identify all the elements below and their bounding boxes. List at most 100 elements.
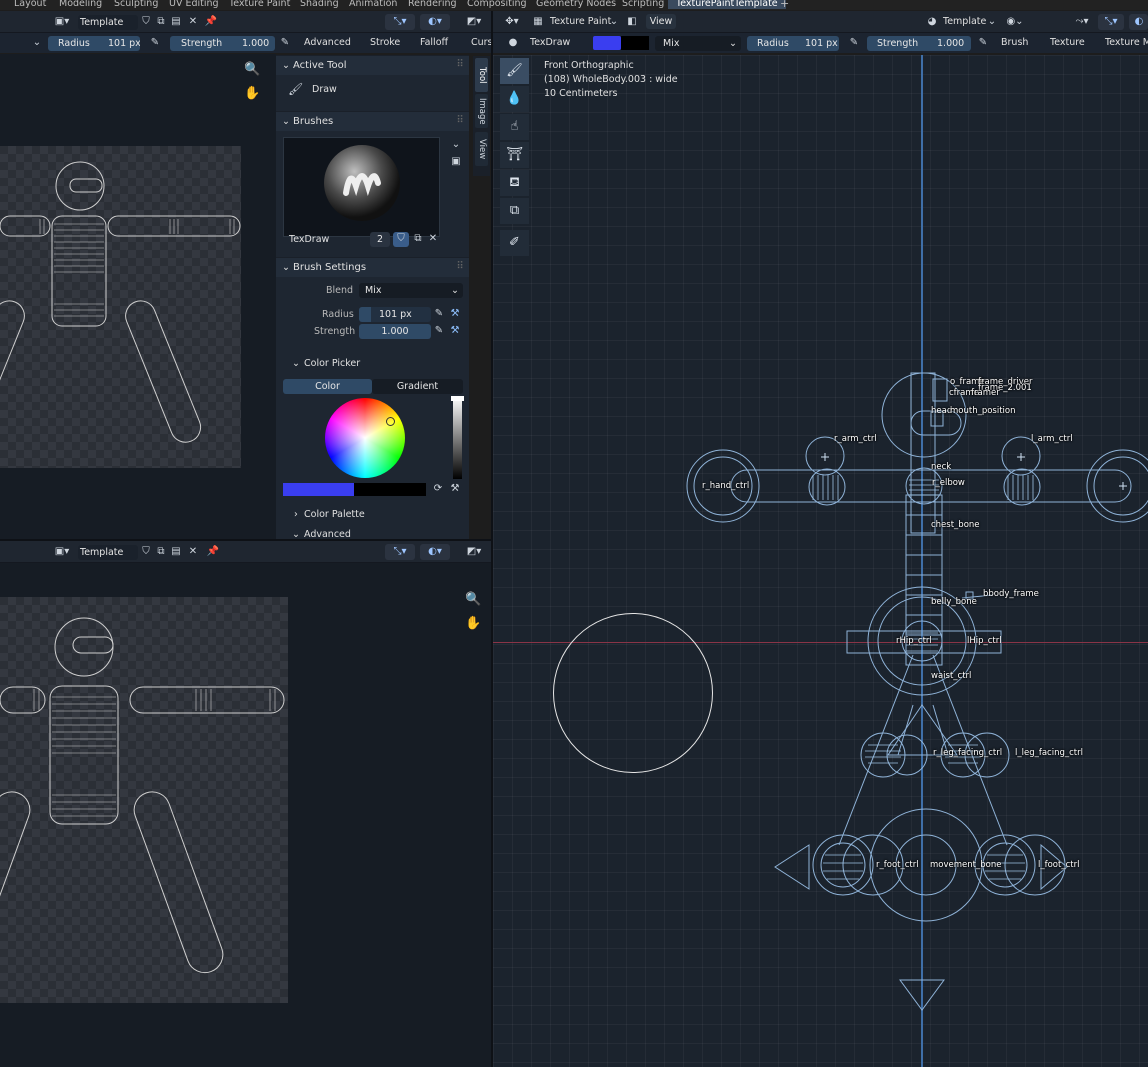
zoom-icon[interactable]: 🔍	[244, 63, 260, 77]
image-browse-icon[interactable]: ▣	[449, 155, 463, 169]
overlay-icon: ◐▾	[428, 546, 442, 557]
open-folder-icon[interactable]: ▤	[170, 15, 182, 29]
add-workspace-button[interactable]: +	[780, 0, 789, 10]
color-swatch[interactable]	[593, 36, 621, 50]
blend-dropdown[interactable]: Mix ⌄	[655, 36, 741, 51]
open-folder-icon[interactable]: ▤	[170, 545, 182, 559]
chevron-down-icon[interactable]: ⌄	[32, 36, 42, 50]
cursor-menu[interactable]: Curs	[471, 37, 493, 48]
color-picker-title[interactable]: Color Picker	[304, 358, 360, 369]
close-image-icon[interactable]: ✕	[187, 15, 199, 29]
tab-uv-editing[interactable]: UV Editing	[169, 0, 219, 9]
gradient-tab[interactable]: Gradient	[372, 379, 463, 394]
view-menu[interactable]: View	[646, 14, 676, 29]
duplicate-image-icon[interactable]: ⧉	[155, 15, 167, 29]
texture-menu[interactable]: Texture	[1050, 37, 1085, 48]
brush-user-count[interactable]: 2	[370, 232, 390, 247]
texture-mask-menu[interactable]: Texture M	[1105, 37, 1148, 48]
strength-field[interactable]: Strength 1.000	[170, 36, 275, 51]
color-swatch[interactable]	[283, 483, 426, 496]
value-slider[interactable]	[453, 397, 462, 479]
color-tab[interactable]: Color	[283, 379, 372, 394]
radius-pressure-icon[interactable]: ✎	[433, 307, 445, 321]
tab-sculpting[interactable]: Sculpting	[114, 0, 158, 9]
tab-scripting[interactable]: Scripting	[622, 0, 664, 9]
bone-label-l-arm-ctrl: l_arm_ctrl	[1031, 434, 1073, 444]
pin-icon[interactable]: 📌	[204, 15, 218, 29]
mode-dropdown[interactable]: Texture Paint	[550, 16, 611, 27]
tab-shading[interactable]: Shading	[300, 0, 339, 9]
value-slider-handle[interactable]	[451, 396, 464, 401]
image-name-field[interactable]: Template	[78, 545, 138, 560]
chevron-down-icon: ⌄	[987, 16, 997, 27]
fake-user-shield-icon[interactable]: ⛉	[140, 545, 152, 559]
close-image-icon[interactable]: ✕	[187, 545, 199, 559]
tab-modeling[interactable]: Modeling	[59, 0, 102, 9]
pan-hand-icon[interactable]: ✋	[244, 87, 260, 101]
swap-colors-icon[interactable]: ⟳	[431, 482, 445, 496]
pressure-icon[interactable]: ✎	[149, 36, 161, 50]
fake-user-shield-icon[interactable]: ⛉	[140, 15, 152, 29]
active-tool-header[interactable]: ⌄ Active Tool	[276, 55, 469, 75]
duplicate-image-icon[interactable]: ⧉	[155, 545, 167, 559]
strength-unit-icon[interactable]: ⚒	[448, 324, 462, 338]
strength-pressure-icon[interactable]: ✎	[433, 324, 445, 338]
tab-layout[interactable]: Layout	[14, 0, 46, 9]
advanced-menu[interactable]: Advanced	[304, 37, 351, 48]
brush-settings-header[interactable]: ⌄ Brush Settings	[276, 257, 469, 277]
brushes-header[interactable]: ⌄ Brushes	[276, 111, 469, 131]
tab-view[interactable]: View	[475, 132, 488, 166]
tab-image[interactable]: Image	[475, 94, 488, 128]
tab-texture-paint[interactable]: Texture Paint	[229, 0, 290, 9]
editor-type-icon[interactable]: ▣▾	[52, 15, 72, 29]
brush-menu[interactable]: Brush	[1001, 37, 1028, 48]
brush-name[interactable]: TexDraw	[530, 37, 570, 48]
radius-field[interactable]: Radius 101 px	[48, 36, 140, 51]
duplicate-icon[interactable]: ⧉	[411, 232, 425, 246]
view-layer-dropdown[interactable]: Template	[943, 16, 986, 27]
chevron-down-icon[interactable]: ⌄	[449, 138, 463, 152]
tab-geometry-nodes[interactable]: Geometry Nodes	[536, 0, 616, 9]
render-layer-icon[interactable]: ◉⌄	[1003, 15, 1027, 29]
radius-field[interactable]: 101 px	[359, 307, 431, 322]
image-name-field[interactable]: Template	[78, 15, 138, 30]
editor-type-icon[interactable]: ▣▾	[52, 545, 72, 559]
unlink-close-icon[interactable]: ✕	[427, 232, 439, 246]
unified-color-icon[interactable]: ⚒	[448, 482, 462, 496]
radius-field[interactable]: Radius 101 px	[747, 36, 839, 51]
brush-name[interactable]: TexDraw	[289, 234, 329, 245]
image-editor-top-canvas[interactable]: 🔍 ✋	[0, 54, 276, 539]
tab-animation[interactable]: Animation	[349, 0, 397, 9]
panel-drag-handle[interactable]: ⠿	[455, 114, 465, 128]
color-wheel-cursor[interactable]	[386, 417, 395, 426]
secondary-color-swatch[interactable]	[621, 36, 649, 50]
tab-texturepainttemplate[interactable]: TexturePaintTemplate	[668, 0, 786, 9]
pin-icon[interactable]: 📌	[206, 545, 220, 559]
paint-mask-icon[interactable]: ◧	[625, 15, 639, 29]
color-wheel[interactable]	[325, 398, 405, 478]
falloff-menu[interactable]: Falloff	[420, 37, 448, 48]
tab-tool[interactable]: Tool	[475, 58, 488, 92]
editor-type-icon[interactable]: ✥▾	[501, 15, 523, 29]
strength-field[interactable]: Strength 1.000	[867, 36, 971, 51]
tab-compositing[interactable]: Compositing	[467, 0, 527, 9]
panel-drag-handle[interactable]: ⠿	[455, 58, 465, 72]
stroke-menu[interactable]: Stroke	[370, 37, 400, 48]
tab-rendering[interactable]: Rendering	[408, 0, 457, 9]
radius-unit-icon[interactable]: ⚒	[448, 307, 462, 321]
strength-field[interactable]: 1.000	[359, 324, 431, 339]
display-channels-icon[interactable]: ◩▾	[462, 545, 486, 559]
color-palette-panel[interactable]: Color Palette	[304, 509, 365, 520]
brush-preview[interactable]	[283, 137, 440, 237]
image-editor-bottom-canvas[interactable]: 🔍 ✋	[0, 563, 491, 1067]
strength-pressure-icon[interactable]: ✎	[977, 36, 989, 50]
pan-hand-icon[interactable]: ✋	[465, 617, 481, 631]
zoom-icon[interactable]: 🔍	[465, 593, 481, 607]
panel-drag-handle[interactable]: ⠿	[455, 260, 465, 274]
visibility-icon[interactable]: ⤳▾	[1071, 15, 1093, 29]
blend-dropdown[interactable]: Mix ⌄	[359, 283, 463, 298]
display-channels-icon[interactable]: ◩▾	[462, 15, 486, 29]
strength-pressure-icon[interactable]: ✎	[279, 36, 291, 50]
radius-pressure-icon[interactable]: ✎	[848, 36, 860, 50]
active-tool-name[interactable]: Draw	[312, 84, 337, 95]
